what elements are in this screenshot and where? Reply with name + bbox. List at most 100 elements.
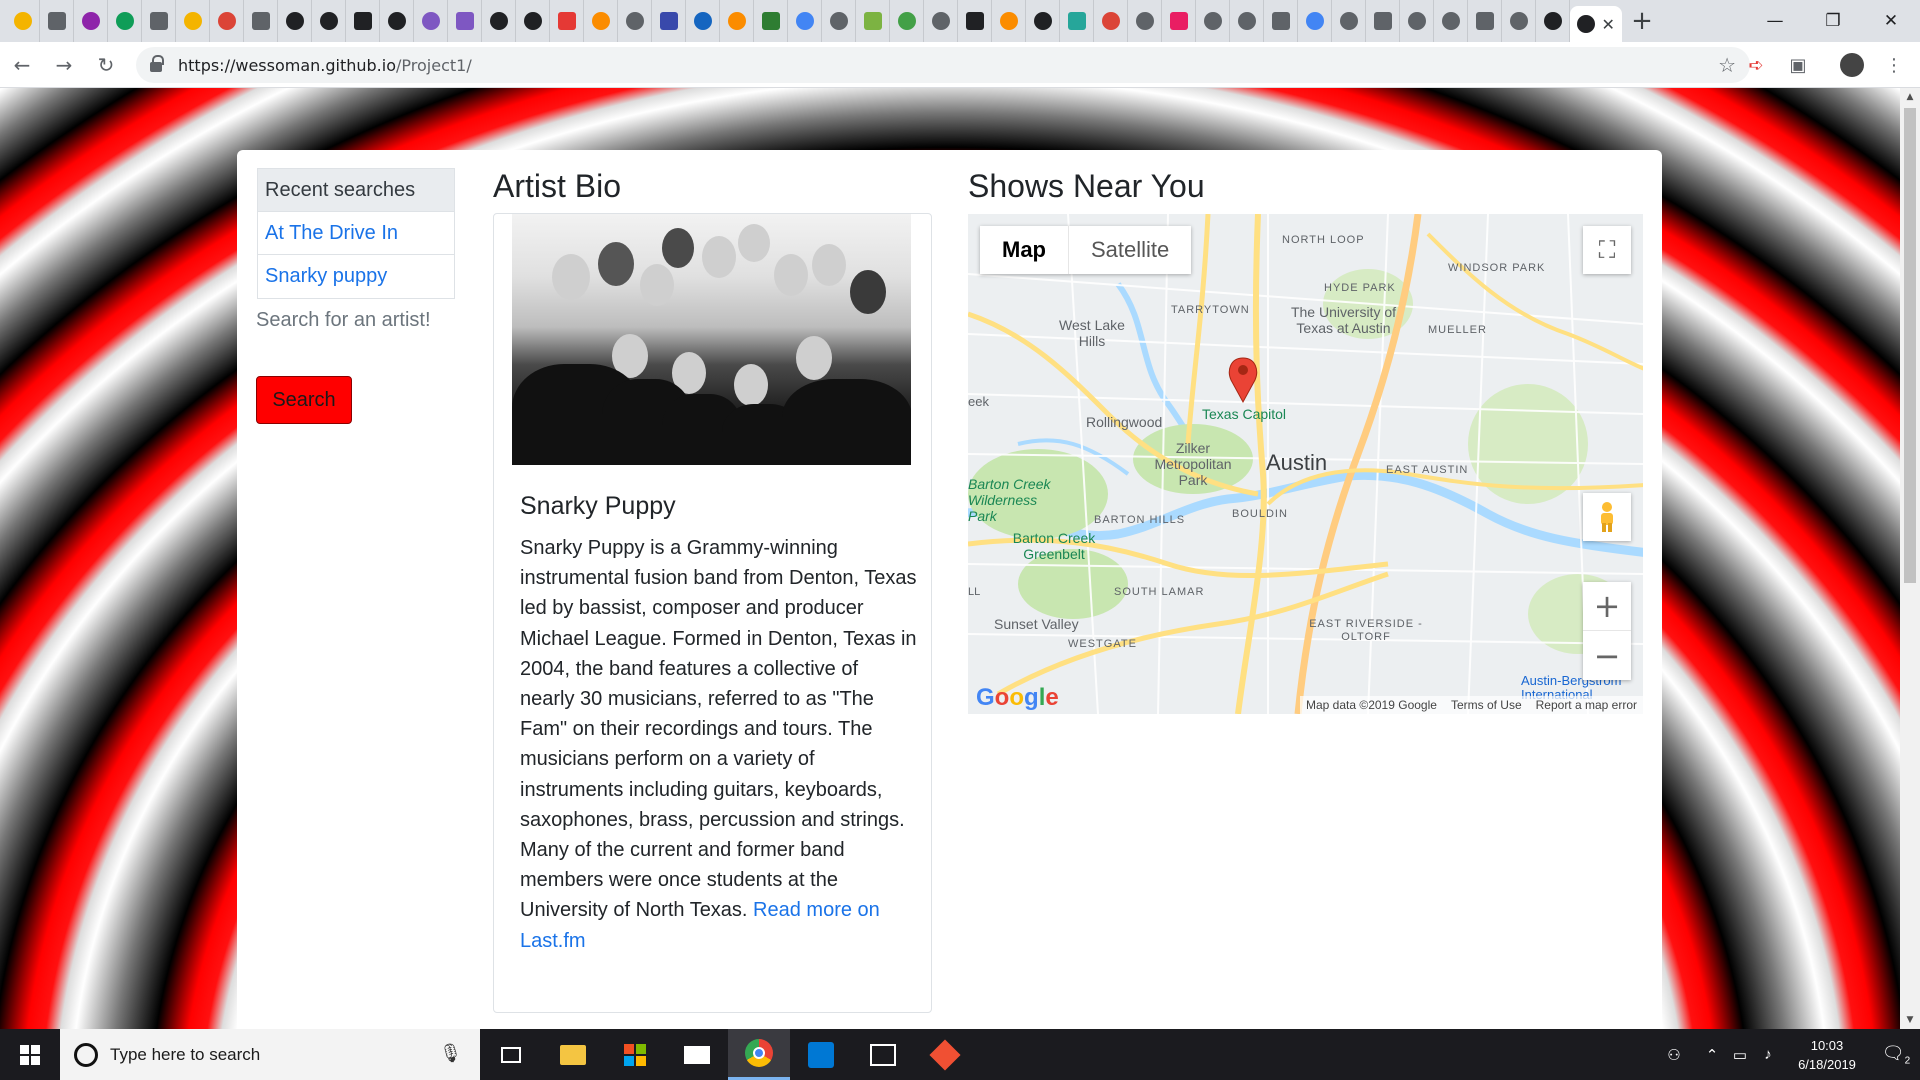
pinned-tab[interactable] (550, 0, 584, 42)
back-icon[interactable]: ← (2, 45, 42, 85)
pinned-tab[interactable] (584, 0, 618, 42)
scrollbar-thumb[interactable] (1904, 108, 1916, 583)
extension-icon[interactable]: ➪ (1736, 42, 1776, 88)
microphone-icon[interactable]: 🎙 (439, 1043, 462, 1064)
pinned-tab[interactable] (788, 0, 822, 42)
close-tab-icon[interactable]: ✕ (1601, 15, 1614, 34)
pinned-tab[interactable] (516, 0, 550, 42)
task-view-icon[interactable] (480, 1029, 542, 1080)
photos-icon[interactable] (852, 1029, 914, 1080)
file-explorer-icon[interactable] (542, 1029, 604, 1080)
pinned-tab[interactable] (1230, 0, 1264, 42)
pinned-tab[interactable] (210, 0, 244, 42)
pinned-tab[interactable] (482, 0, 516, 42)
reload-icon[interactable]: ↻ (86, 45, 126, 85)
volume-icon[interactable]: ♪ (1754, 1046, 1782, 1063)
pinned-tab[interactable] (1162, 0, 1196, 42)
pinned-tab[interactable] (992, 0, 1026, 42)
pinned-tab[interactable] (1366, 0, 1400, 42)
pinned-tab[interactable] (1434, 0, 1468, 42)
recent-item-at-the-drive-in[interactable]: At The Drive In (258, 212, 454, 255)
restore-icon[interactable]: ❐ (1804, 0, 1862, 42)
pinned-tab[interactable] (1094, 0, 1128, 42)
taskbar-search-box[interactable]: Type here to search 🎙 (60, 1029, 480, 1080)
profile-avatar[interactable] (1832, 42, 1872, 88)
pinned-tab[interactable] (346, 0, 380, 42)
fullscreen-icon[interactable]: ⛶ (1583, 226, 1631, 274)
scroll-down-icon[interactable]: ▼ (1900, 1011, 1920, 1029)
pinned-tab[interactable] (652, 0, 686, 42)
battery-icon[interactable]: ▭ (1726, 1046, 1754, 1064)
pinned-tab[interactable] (1060, 0, 1094, 42)
close-window-icon[interactable]: ✕ (1862, 0, 1920, 42)
site-favicon-icon (387, 12, 406, 30)
show-hidden-icons-icon[interactable]: ⌃ (1698, 1046, 1726, 1064)
site-favicon-icon (1169, 12, 1188, 30)
bookmark-star-icon[interactable]: ☆ (1718, 53, 1736, 77)
terms-of-use-link[interactable]: Terms of Use (1451, 698, 1522, 712)
zoom-control: + − (1583, 582, 1631, 680)
pinned-tab[interactable] (278, 0, 312, 42)
pinned-tab[interactable] (380, 0, 414, 42)
map-type-satellite-button[interactable]: Satellite (1069, 226, 1191, 274)
pinned-tab[interactable] (1196, 0, 1230, 42)
pinned-tab[interactable] (312, 0, 346, 42)
git-kraken-icon[interactable] (914, 1029, 976, 1080)
pinned-tab[interactable] (1536, 0, 1570, 42)
menu-dots-icon[interactable]: ⋮ (1874, 42, 1914, 88)
notifications-icon[interactable]: 🗨2 (1872, 1043, 1920, 1067)
pinned-tab[interactable] (1332, 0, 1366, 42)
pinned-tab[interactable] (618, 0, 652, 42)
people-icon[interactable]: ⚇ (1660, 1046, 1688, 1064)
page-scrollbar[interactable]: ▲ ▼ (1900, 88, 1920, 1029)
pinned-tab[interactable] (890, 0, 924, 42)
pinned-tab[interactable] (448, 0, 482, 42)
street-view-pegman-icon[interactable] (1583, 493, 1631, 541)
pinned-tab[interactable] (40, 0, 74, 42)
report-map-error-link[interactable]: Report a map error (1536, 698, 1637, 712)
store-icon[interactable] (604, 1029, 666, 1080)
pinned-tab[interactable] (108, 0, 142, 42)
pinned-tab[interactable] (6, 0, 40, 42)
pinned-tab[interactable] (856, 0, 890, 42)
forward-icon[interactable]: → (44, 45, 84, 85)
chrome-icon[interactable] (728, 1029, 790, 1080)
pinned-tab[interactable] (958, 0, 992, 42)
pinned-tab[interactable] (1298, 0, 1332, 42)
pinned-tab[interactable] (176, 0, 210, 42)
zoom-in-icon[interactable]: + (1583, 582, 1631, 631)
pinned-tab[interactable] (414, 0, 448, 42)
pinned-tab[interactable] (142, 0, 176, 42)
vscode-icon[interactable] (790, 1029, 852, 1080)
pinned-tab[interactable] (720, 0, 754, 42)
pinned-tab[interactable] (1128, 0, 1162, 42)
pinned-tab[interactable] (74, 0, 108, 42)
pinned-tab[interactable] (1502, 0, 1536, 42)
active-tab[interactable]: ✕ (1570, 6, 1622, 42)
minimize-icon[interactable]: — (1746, 0, 1804, 42)
shows-map[interactable]: NORTH LOOP WINDSOR PARK HYDE PARK TARRYT… (968, 214, 1643, 714)
pinned-tab[interactable] (1026, 0, 1060, 42)
site-favicon-icon (931, 12, 950, 30)
pinned-tab[interactable] (1264, 0, 1298, 42)
new-tab-button[interactable]: + (1622, 0, 1662, 42)
pinned-tab[interactable] (686, 0, 720, 42)
mail-icon[interactable] (666, 1029, 728, 1080)
pinned-tab[interactable] (822, 0, 856, 42)
map-label: HYDE PARK (1324, 282, 1396, 294)
search-button[interactable]: Search (256, 376, 352, 424)
clock[interactable]: 10:03 6/18/2019 (1782, 1036, 1872, 1074)
url-text[interactable]: https://wessoman.github.io/Project1/ (178, 56, 472, 75)
map-type-map-button[interactable]: Map (980, 226, 1069, 274)
pinned-tab[interactable] (754, 0, 788, 42)
recent-item-snarky-puppy[interactable]: Snarky puppy (258, 255, 454, 298)
cast-icon[interactable]: ▣ (1778, 42, 1818, 88)
zoom-out-icon[interactable]: − (1583, 631, 1631, 680)
scroll-up-icon[interactable]: ▲ (1900, 88, 1920, 106)
pinned-tab[interactable] (1468, 0, 1502, 42)
start-button[interactable] (0, 1029, 60, 1080)
address-bar[interactable]: https://wessoman.github.io/Project1/ ☆ (136, 47, 1750, 83)
pinned-tab[interactable] (1400, 0, 1434, 42)
pinned-tab[interactable] (244, 0, 278, 42)
pinned-tab[interactable] (924, 0, 958, 42)
